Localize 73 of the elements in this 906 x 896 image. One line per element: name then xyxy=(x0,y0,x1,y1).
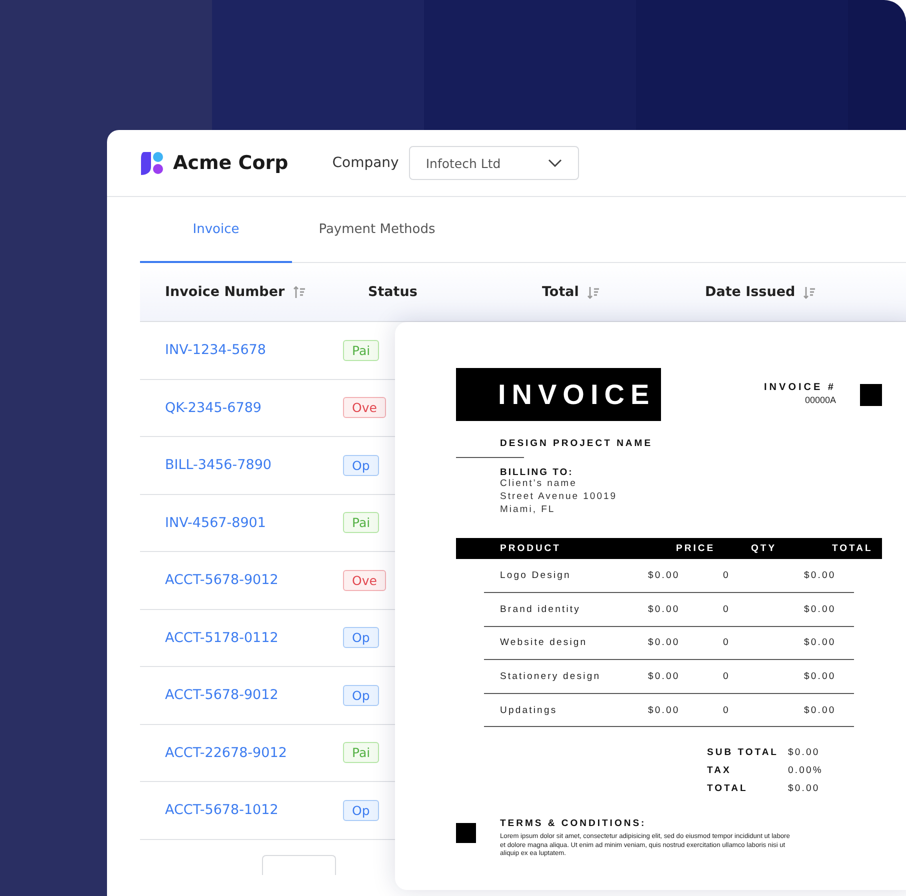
column-header: Invoice Number xyxy=(165,284,285,300)
column-header: Date Issued xyxy=(705,284,796,300)
item-price: $0.00 xyxy=(648,604,681,615)
item-qty: 0 xyxy=(723,670,731,682)
status-badge: Pai xyxy=(343,340,380,361)
status-badge: Op xyxy=(343,627,379,648)
summary-value: 0.00% xyxy=(788,765,824,776)
item-qty: 0 xyxy=(723,637,731,648)
sort-descending-icon[interactable] xyxy=(586,286,600,298)
item-total: $0.00 xyxy=(804,604,837,615)
status-badge: Op xyxy=(343,684,379,706)
project-name: DESIGN PROJECT NAME xyxy=(500,438,654,449)
items-column-header: TOTAL xyxy=(832,543,874,554)
item-product: Stationery design xyxy=(500,670,602,682)
square-mark xyxy=(860,384,882,406)
summary-label: SUB TOTAL xyxy=(707,747,780,758)
pagination-control[interactable] xyxy=(262,854,336,874)
invoice-link[interactable]: BILL-3456-7890 xyxy=(140,457,343,474)
invoice-link[interactable]: ACCT-5678-9012 xyxy=(140,572,343,588)
item-product: Brand identity xyxy=(500,604,582,615)
chevron-down-icon xyxy=(548,159,562,167)
status-badge: Ove xyxy=(343,570,386,591)
brand-name: Acme Corp xyxy=(173,152,288,174)
invoice-link[interactable]: INV-1234-5678 xyxy=(140,342,343,358)
item-product: Updatings xyxy=(500,704,558,716)
summary-label: TAX xyxy=(707,765,732,776)
status-badge: Op xyxy=(343,800,379,821)
item-qty: 0 xyxy=(723,604,731,615)
column-header: Total xyxy=(542,284,579,300)
invoice-number: 00000A xyxy=(804,395,836,405)
item-total: $0.00 xyxy=(804,637,837,648)
invoice-link[interactable]: ACCT-22678-9012 xyxy=(140,744,343,761)
billing-line: Miami, FL xyxy=(500,504,556,516)
invoice-link[interactable]: INV-4567-8901 xyxy=(140,514,343,531)
item-price: $0.00 xyxy=(648,637,681,648)
company-label: Company xyxy=(332,155,399,171)
billing-line: Street Avenue 10019 xyxy=(500,490,618,504)
logo-icon xyxy=(139,150,165,176)
items-column-header: PRICE xyxy=(676,543,716,554)
summary-label: TOTAL xyxy=(707,783,749,794)
item-price: $0.00 xyxy=(648,670,681,682)
billing-label: BILLING TO: xyxy=(500,467,574,478)
billing-line: Client’s name xyxy=(500,478,578,491)
status-badge: Ove xyxy=(343,397,386,418)
item-qty: 0 xyxy=(723,704,731,716)
invoice-link[interactable]: ACCT-5178-0112 xyxy=(140,630,343,646)
tab[interactable]: Payment Methods xyxy=(292,197,462,263)
item-total: $0.00 xyxy=(804,570,837,582)
column-header: Status xyxy=(368,284,418,300)
status-badge: Pai xyxy=(343,512,380,534)
invoice-link[interactable]: QK-2345-6789 xyxy=(140,400,343,416)
item-price: $0.00 xyxy=(648,570,681,582)
company-select[interactable]: Infotech Ltd xyxy=(408,146,579,180)
invoice-link[interactable]: ACCT-5678-1012 xyxy=(140,802,343,818)
item-price: $0.00 xyxy=(648,704,681,716)
invoice-number-label: INVOICE # xyxy=(764,382,836,393)
items-column-header: QTY xyxy=(751,543,778,554)
item-qty: 0 xyxy=(723,570,731,582)
summary-value: $0.00 xyxy=(788,747,821,758)
square-mark xyxy=(456,823,476,844)
invoice-title: INVOICE xyxy=(456,368,661,421)
summary-value: $0.00 xyxy=(788,783,821,794)
item-product: Logo Design xyxy=(500,570,572,582)
sort-descending-icon[interactable] xyxy=(803,286,816,298)
terms-label: TERMS & CONDITIONS: xyxy=(500,818,648,830)
sort-ascending-icon[interactable] xyxy=(292,286,306,298)
item-total: $0.00 xyxy=(804,670,837,682)
status-badge: Op xyxy=(343,454,379,476)
invoice-link[interactable]: ACCT-5678-9012 xyxy=(140,687,343,704)
item-product: Website design xyxy=(500,637,588,648)
items-column-header: PRODUCT xyxy=(500,543,562,554)
item-total: $0.00 xyxy=(804,704,837,716)
status-badge: Pai xyxy=(343,742,380,764)
